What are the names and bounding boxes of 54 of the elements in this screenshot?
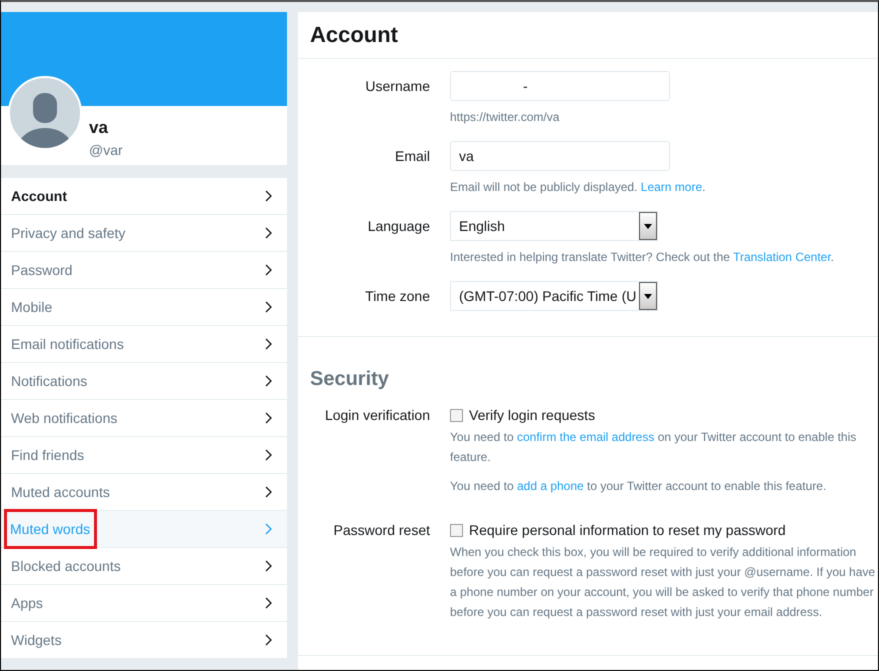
- menu-item[interactable]: Widgets: [1, 622, 287, 659]
- help-text: When you check this box, you will be required to verify additional information before you can request a password reset with just your @username. If you have a phone number on your account, you will be asked to verify that phone number before you can request a password reset with just your email address.: [450, 544, 876, 621]
- chevron-icon: [265, 227, 273, 239]
- chevron-icon: [265, 412, 273, 424]
- field-label: Time zone: [364, 287, 430, 306]
- field-label: Email: [394, 147, 430, 166]
- menu-item[interactable]: Privacy and safety: [1, 215, 287, 252]
- annotation-frame: Muted words: [4, 509, 98, 549]
- chevron-icon: [265, 375, 273, 387]
- field-label: Password reset: [332, 521, 430, 540]
- chevron-icon: [265, 449, 273, 461]
- chevron-icon: [265, 338, 273, 350]
- dropdown[interactable]: English: [450, 211, 658, 241]
- section-title: Security: [309, 367, 390, 392]
- checkbox-label[interactable]: Require personal information to reset my password: [469, 518, 786, 542]
- checkbox[interactable]: [450, 408, 463, 422]
- profile-name: va: [89, 118, 109, 138]
- chevron-icon: [265, 523, 273, 535]
- profile-handle: @var: [89, 142, 123, 158]
- menu-item[interactable]: Apps: [1, 585, 287, 622]
- link[interactable]: add a phone: [516, 479, 584, 493]
- menu-item[interactable]: Password: [1, 252, 287, 289]
- checkbox[interactable]: [450, 524, 463, 536]
- chevron-icon: [265, 597, 273, 609]
- chevron-icon: [265, 301, 273, 313]
- field-label: Username: [364, 77, 430, 96]
- section-title: Account: [298, 12, 878, 59]
- chevron-icon: [265, 486, 273, 498]
- help-text: Email will not be publicly displayed. Learn more.: [450, 179, 706, 196]
- menu-item[interactable]: Find friends: [1, 437, 287, 474]
- chevron-icon: [265, 264, 273, 276]
- dropdown[interactable]: (GMT-07:00) Pacific Time (U: [450, 281, 658, 311]
- link[interactable]: Learn more: [640, 180, 702, 194]
- menu-item[interactable]: Blocked accounts: [1, 548, 287, 585]
- menu-item[interactable]: Account: [1, 178, 287, 215]
- chevron-icon: [265, 560, 273, 572]
- menu-item[interactable]: Web notifications: [1, 400, 287, 437]
- menu-item[interactable]: Mobile: [1, 289, 287, 326]
- help-text: Interested in helping translate Twitter? Check out the Translation Center.: [450, 249, 836, 266]
- menu-item[interactable]: Email notifications: [1, 326, 287, 363]
- field-label: Login verification: [324, 406, 430, 425]
- menu-item[interactable]: Muted words: [1, 511, 287, 548]
- link[interactable]: Translation Center: [733, 250, 831, 264]
- chevron-icon: [265, 190, 273, 202]
- input-field[interactable]: -: [450, 71, 670, 101]
- help-text: You need to add a phone to your Twitter account to enable this feature.: [450, 478, 828, 495]
- checkbox-label[interactable]: Verify login requests: [469, 403, 596, 427]
- help-text: https://twitter.com/va: [450, 109, 560, 126]
- input-field[interactable]: va: [450, 141, 670, 171]
- chevron-icon: [265, 634, 273, 646]
- help-text: You need to confirm the email address on your Twitter account to enable this feature.: [450, 429, 858, 466]
- link[interactable]: confirm the email address: [516, 430, 654, 444]
- field-label: Language: [366, 217, 430, 236]
- menu-item[interactable]: Notifications: [1, 363, 287, 400]
